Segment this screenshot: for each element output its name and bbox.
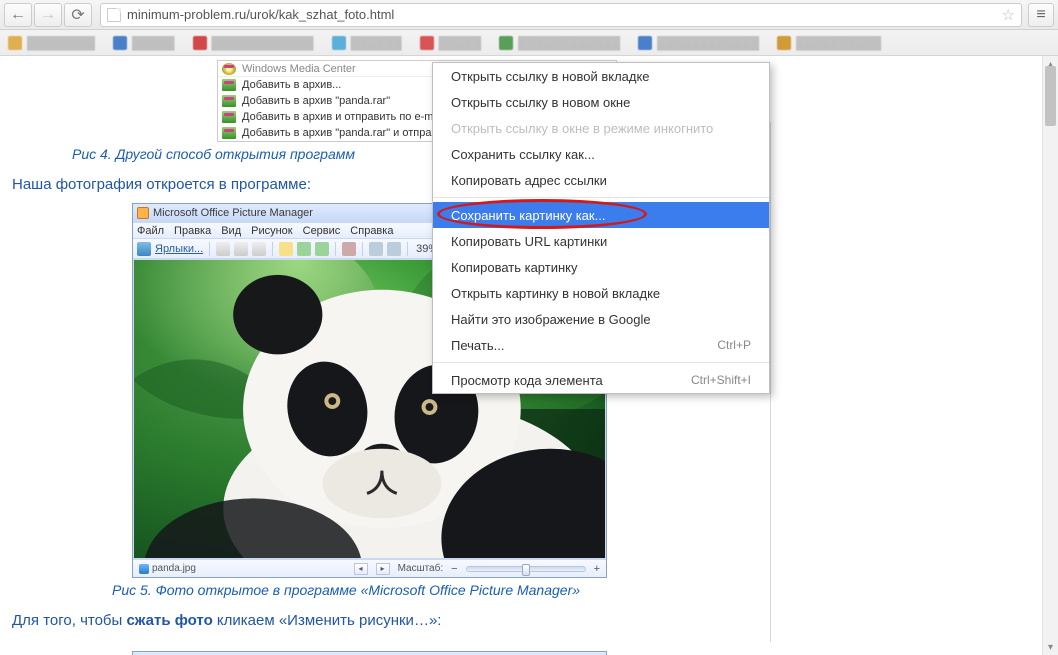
browser-toolbar: ← → ⟳ minimum-problem.ru/urok/kak_szhat_… — [0, 0, 1058, 30]
view-thumb-icon[interactable] — [216, 242, 230, 256]
menu-view[interactable]: Вид — [221, 225, 241, 237]
chrome-menu-button[interactable]: ≡ — [1028, 3, 1054, 27]
next-image-button[interactable]: ▸ — [376, 563, 390, 575]
text-span: Для того, чтобы — [12, 612, 126, 629]
vertical-scrollbar[interactable]: ▴ ▾ — [1042, 56, 1058, 655]
chrome-context-menu: Открыть ссылку в новой вкладке Открыть с… — [432, 62, 770, 394]
ctx-separator — [433, 362, 769, 363]
menu-help[interactable]: Справка — [350, 225, 393, 237]
ctx-open-link-incognito: Открыть ссылку в окне в режиме инкогнито — [433, 115, 769, 141]
ctx-save-link-as[interactable]: Сохранить ссылку как... — [433, 141, 769, 167]
delete-icon[interactable] — [342, 242, 356, 256]
ctx-save-image-as[interactable]: Сохранить картинку как... — [433, 202, 769, 228]
forward-button[interactable]: → — [34, 3, 62, 27]
prev-image-button[interactable]: ◂ — [354, 563, 368, 575]
menu-row-label: Добавить в архив и отправить по e-mail..… — [242, 111, 454, 123]
rotate-right-icon[interactable] — [315, 242, 329, 256]
ctx-copy-image-url[interactable]: Копировать URL картинки — [433, 228, 769, 254]
archive-icon — [222, 127, 236, 139]
view-film-icon[interactable] — [252, 242, 266, 256]
status-filename: panda.jpg — [152, 563, 196, 574]
text-bold: сжать фото — [126, 612, 212, 629]
menu-file[interactable]: Файл — [137, 225, 164, 237]
archive-icon — [222, 95, 236, 107]
pm-title: Microsoft Office Picture Manager — [153, 207, 313, 219]
shortcuts-icon[interactable] — [137, 242, 151, 256]
ctx-open-image-new-tab[interactable]: Открыть картинку в новой вкладке — [433, 280, 769, 306]
menu-picture[interactable]: Рисунок — [251, 225, 293, 237]
ctx-separator — [433, 197, 769, 198]
address-bar[interactable]: minimum-problem.ru/urok/kak_szhat_foto.h… — [100, 3, 1022, 27]
figure-5-caption: Рис 5. Фото открытое в программе «Micros… — [112, 582, 790, 598]
folder-icon[interactable] — [279, 242, 293, 256]
back-button[interactable]: ← — [4, 3, 32, 27]
bookmark-item[interactable]: ████████████ — [638, 36, 759, 50]
bookmark-item[interactable]: █████ — [420, 36, 482, 50]
bookmark-item[interactable]: ████████████ — [499, 36, 620, 50]
rotate-left-icon[interactable] — [297, 242, 311, 256]
ctx-open-link-new-tab[interactable]: Открыть ссылку в новой вкладке — [433, 63, 769, 89]
scroll-thumb[interactable] — [1045, 66, 1056, 126]
redo-icon[interactable] — [387, 242, 401, 256]
shortcuts-label[interactable]: Ярлыки... — [155, 243, 203, 255]
zoom-slider[interactable] — [466, 566, 586, 572]
status-file: panda.jpg — [139, 563, 196, 574]
paragraph: Для того, чтобы сжать фото кликаем «Изме… — [12, 612, 790, 629]
menu-row-label: Windows Media Center — [242, 63, 356, 75]
ctx-copy-image[interactable]: Копировать картинку — [433, 254, 769, 280]
url-text: minimum-problem.ru/urok/kak_szhat_foto.h… — [127, 7, 394, 22]
reload-button[interactable]: ⟳ — [64, 3, 92, 27]
menu-row-label: Добавить в архив... — [242, 79, 341, 91]
ctx-print[interactable]: Печать... Ctrl+P — [433, 332, 769, 358]
undo-icon[interactable] — [369, 242, 383, 256]
page-icon — [107, 8, 121, 22]
ctx-copy-link-address[interactable]: Копировать адрес ссылки — [433, 167, 769, 193]
text-span: кликаем «Изменить рисунки…»: — [213, 612, 442, 629]
file-icon — [139, 564, 149, 574]
archive-icon — [222, 111, 236, 123]
bookmarks-bar: ████████ █████ ████████████ ██████ █████… — [0, 30, 1058, 56]
ctx-open-link-new-window[interactable]: Открыть ссылку в новом окне — [433, 89, 769, 115]
content-divider — [770, 122, 771, 642]
bookmark-item[interactable]: ██████████ — [777, 36, 881, 50]
bookmark-item[interactable]: ██████ — [332, 36, 402, 50]
menu-row-label: Добавить в архив "panda.rar" — [242, 95, 390, 107]
ctx-inspect-element[interactable]: Просмотр кода элемента Ctrl+Shift+I — [433, 367, 769, 393]
bookmark-item[interactable]: █████ — [113, 36, 175, 50]
scale-label: Масштаб: — [398, 563, 444, 574]
menu-edit[interactable]: Правка — [174, 225, 211, 237]
pm-app-icon — [137, 207, 149, 219]
ctx-search-image-google[interactable]: Найти это изображение в Google — [433, 306, 769, 332]
pm-statusbar: panda.jpg ◂ ▸ Масштаб: − + — [133, 559, 606, 577]
menu-tools[interactable]: Сервис — [303, 225, 341, 237]
ctx-shortcut: Ctrl+P — [717, 338, 751, 352]
ctx-shortcut: Ctrl+Shift+I — [691, 373, 751, 387]
scroll-down-icon[interactable]: ▾ — [1043, 639, 1058, 655]
picture-manager-window-2: Microsoft Office Picture Manager – ▭ ✕ Ф… — [132, 651, 607, 655]
archive-icon — [222, 79, 236, 91]
bookmark-star-icon[interactable]: ☆ — [1002, 6, 1015, 24]
bookmark-item[interactable]: ████████ — [8, 36, 95, 50]
view-single-icon[interactable] — [234, 242, 248, 256]
bookmark-item[interactable]: ████████████ — [193, 36, 314, 50]
disc-icon — [222, 63, 236, 75]
